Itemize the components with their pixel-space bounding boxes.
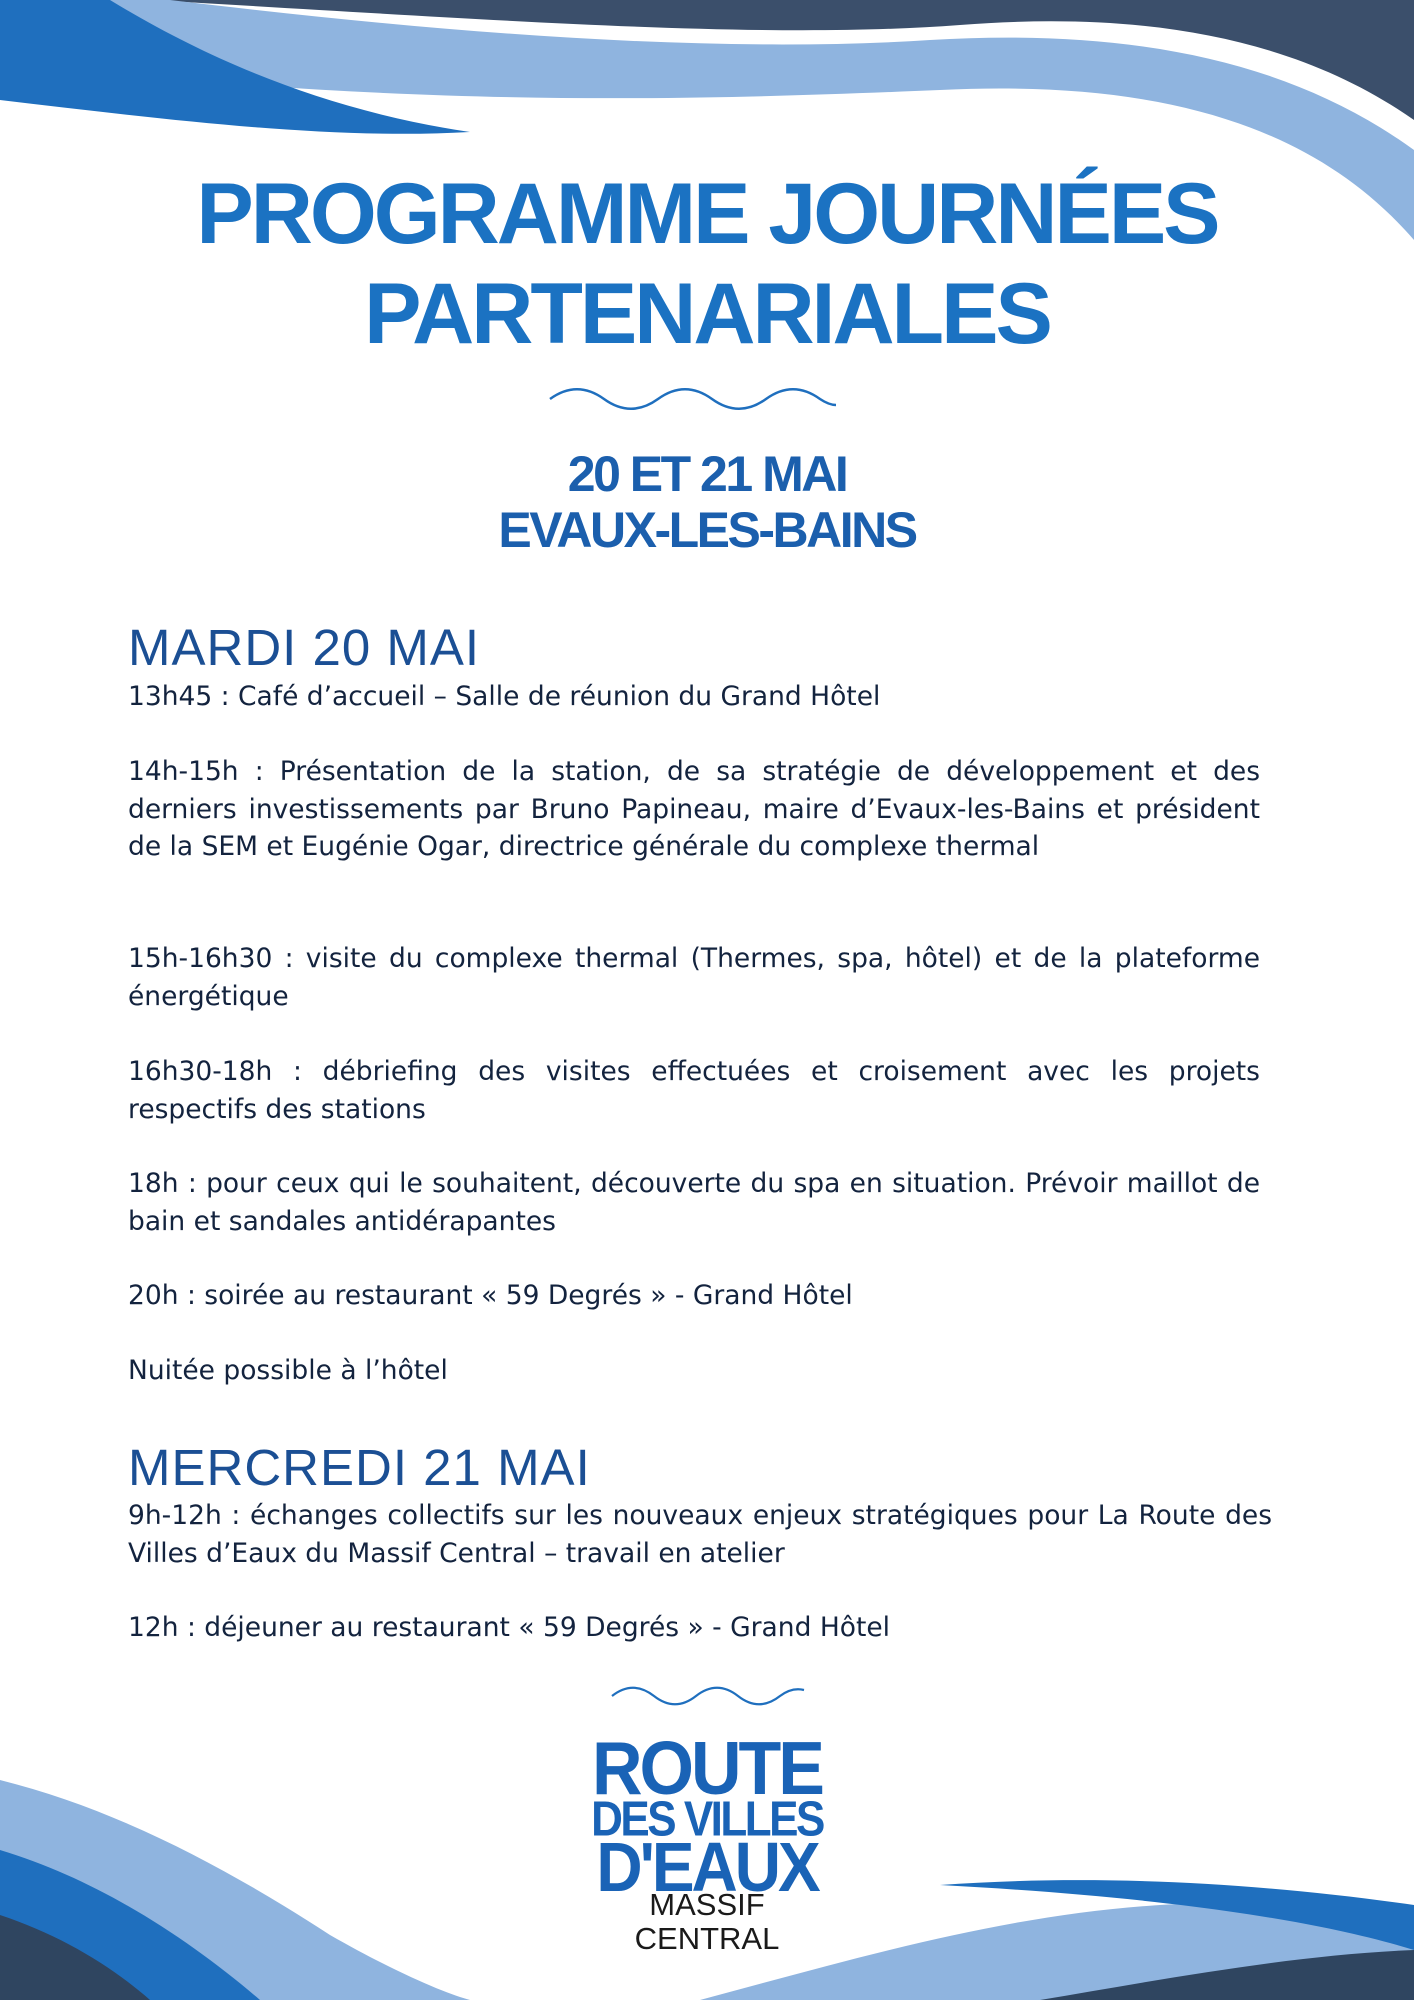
schedule-item: 20h : soirée au restaurant « 59 Degrés »…: [128, 1280, 853, 1311]
event-date: 20 ET 21 MAI: [567, 446, 849, 502]
page-title-line1: PROGRAMME JOURNÉES: [196, 166, 1220, 262]
event-location: EVAUX-LES-BAINS: [498, 502, 918, 558]
schedule-item: 15h-16h30 : visite du complexe thermal (…: [128, 943, 1260, 1012]
schedule-item: 9h-12h : échanges collectifs sur les nou…: [128, 1500, 1272, 1569]
day-heading-tuesday: MARDI 20 MAI: [128, 619, 481, 676]
wave-divider-icon: [611, 1686, 805, 1706]
logo-subtitle: MASSIF CENTRAL: [634, 1887, 780, 1956]
page-title-line2: PARTENARIALES: [364, 266, 1053, 362]
schedule-item: 12h : déjeuner au restaurant « 59 Degrés…: [128, 1612, 891, 1643]
schedule-item: 13h45 : Café d’accueil – Salle de réunio…: [128, 681, 881, 712]
schedule-item: 16h30-18h : débriefing des visites effec…: [128, 1056, 1260, 1125]
wave-divider-icon: [549, 388, 837, 410]
schedule-item: 18h : pour ceux qui le souhaitent, décou…: [128, 1168, 1260, 1237]
schedule-item: Nuitée possible à l’hôtel: [128, 1355, 448, 1386]
day-heading-wednesday: MERCREDI 21 MAI: [128, 1439, 591, 1496]
schedule-item: 14h-15h : Présentation de la station, de…: [128, 756, 1260, 862]
